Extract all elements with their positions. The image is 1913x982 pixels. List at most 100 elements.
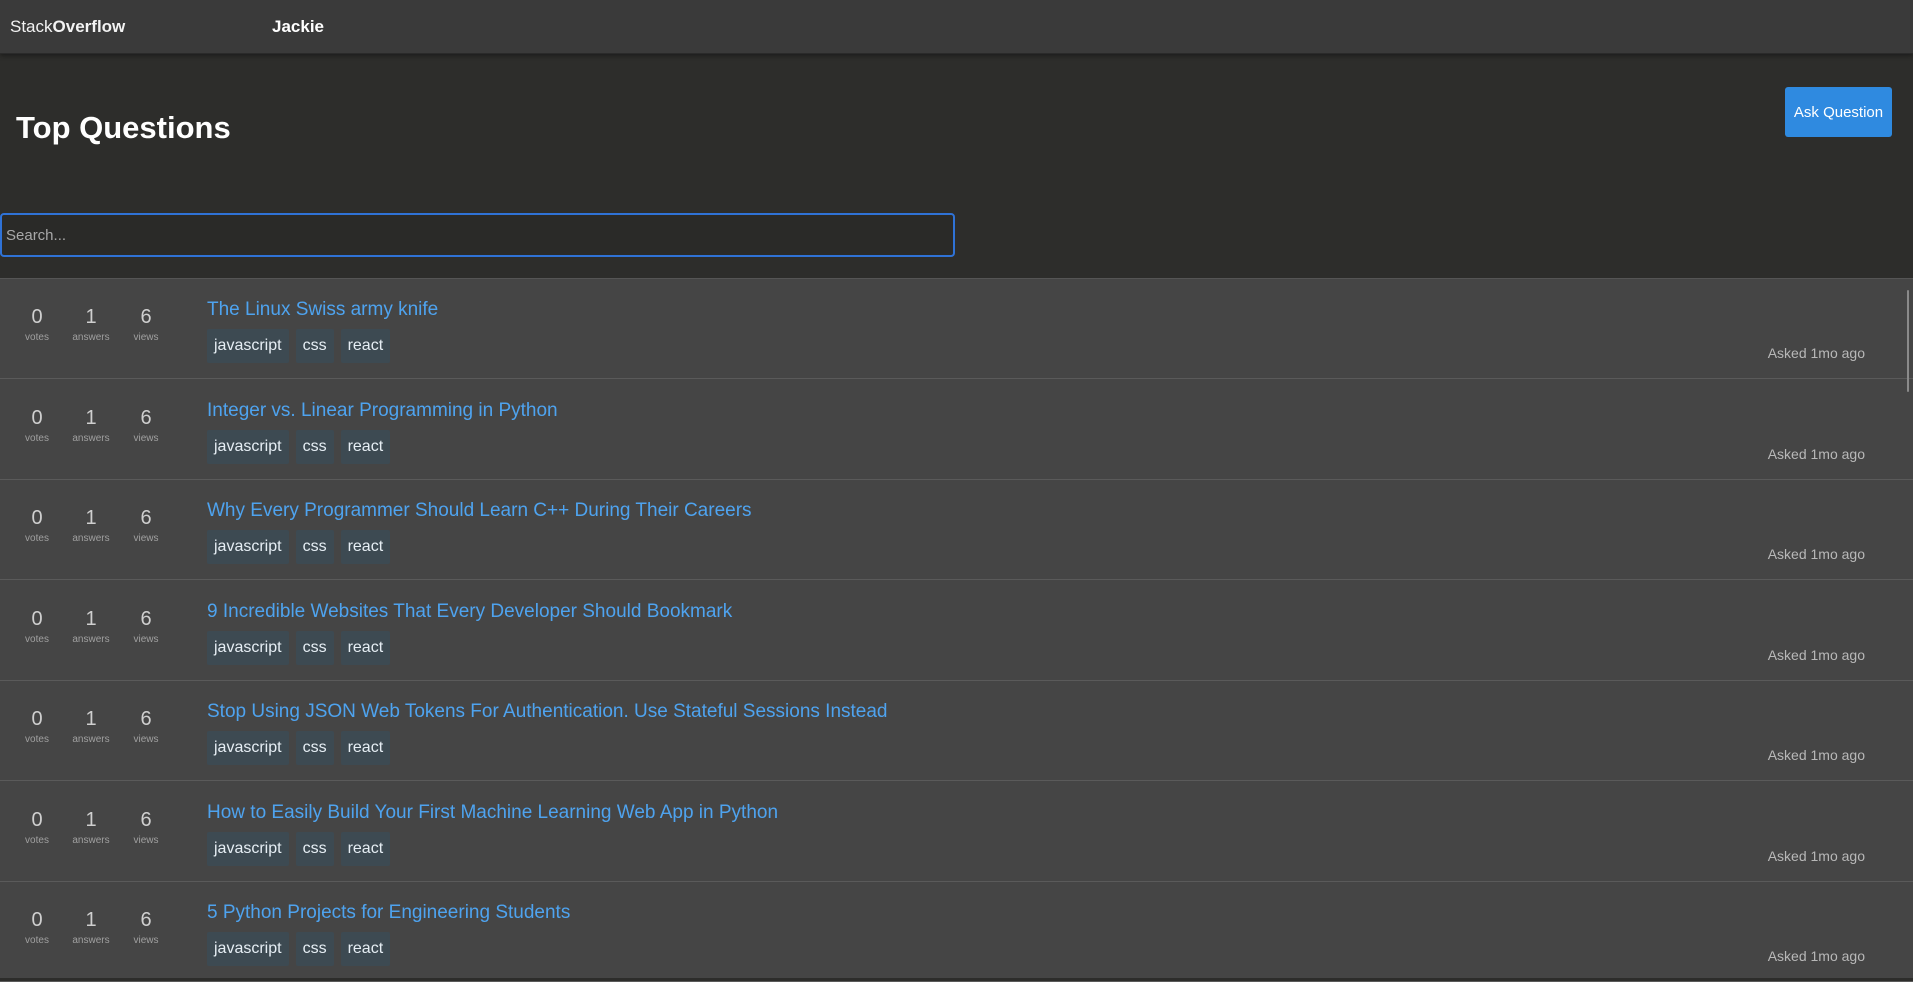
question-row: 0 votes 1 answers 6 views Integer vs. Linear P… xyxy=(0,380,1913,480)
tag-react[interactable]: react xyxy=(340,631,391,665)
votes-stat: 0 votes xyxy=(7,808,67,846)
scrollbar-thumb[interactable] xyxy=(1907,290,1909,392)
asked-time: Asked 1mo ago xyxy=(1767,848,1865,864)
tag-react[interactable]: react xyxy=(340,832,391,866)
question-title-link[interactable]: How to Easily Build Your First Machine L… xyxy=(207,802,778,824)
question-title-link[interactable]: 9 Incredible Websites That Every Develop… xyxy=(207,601,732,623)
asked-time: Asked 1mo ago xyxy=(1767,747,1865,763)
site-logo[interactable]: StackOverflow xyxy=(10,17,125,37)
user-name[interactable]: Jackie xyxy=(272,17,324,37)
votes-stat: 0 votes xyxy=(7,707,67,745)
ask-question-button[interactable]: Ask Question xyxy=(1785,87,1892,137)
votes-label: votes xyxy=(25,734,49,745)
question-title-link[interactable]: 5 Python Projects for Engineering Studen… xyxy=(207,902,570,924)
answers-stat: 1 answers xyxy=(61,406,121,444)
question-title-link[interactable]: Stop Using JSON Web Tokens For Authentic… xyxy=(207,701,888,723)
search-input[interactable] xyxy=(0,213,955,257)
votes-count: 0 xyxy=(31,407,43,429)
answers-label: answers xyxy=(72,332,110,343)
tag-javascript[interactable]: javascript xyxy=(207,932,289,966)
tag-javascript[interactable]: javascript xyxy=(207,430,289,464)
views-stat: 6 views xyxy=(116,808,176,846)
answers-count: 1 xyxy=(85,608,97,630)
tag-list: javascript css react xyxy=(207,430,391,464)
votes-label: votes xyxy=(25,935,49,946)
question-row: 0 votes 1 answers 6 views The Linux Swiss army… xyxy=(0,279,1913,379)
answers-count: 1 xyxy=(85,306,97,328)
question-title-link[interactable]: The Linux Swiss army knife xyxy=(207,299,438,321)
votes-stat: 0 votes xyxy=(7,506,67,544)
votes-label: votes xyxy=(25,332,49,343)
votes-stat: 0 votes xyxy=(7,406,67,444)
votes-stat: 0 votes xyxy=(7,305,67,343)
tag-javascript[interactable]: javascript xyxy=(207,530,289,564)
asked-time: Asked 1mo ago xyxy=(1767,647,1865,663)
question-row: 0 votes 1 answers 6 views Why Every Programmer… xyxy=(0,480,1913,580)
asked-time: Asked 1mo ago xyxy=(1767,446,1865,462)
question-row: 0 votes 1 answers 6 views Stop Using JSON Web … xyxy=(0,681,1913,781)
answers-label: answers xyxy=(72,634,110,645)
logo-suffix: Overflow xyxy=(52,17,126,36)
tag-css[interactable]: css xyxy=(295,631,334,665)
answers-stat: 1 answers xyxy=(61,908,121,946)
answers-label: answers xyxy=(72,734,110,745)
views-stat: 6 views xyxy=(116,607,176,645)
tag-css[interactable]: css xyxy=(295,329,334,363)
asked-time: Asked 1mo ago xyxy=(1767,546,1865,562)
tag-javascript[interactable]: javascript xyxy=(207,329,289,363)
logo-prefix: Stack xyxy=(10,17,53,36)
views-label: views xyxy=(133,533,159,544)
tag-react[interactable]: react xyxy=(340,430,391,464)
votes-stat: 0 votes xyxy=(7,908,67,946)
votes-count: 0 xyxy=(31,507,43,529)
votes-label: votes xyxy=(25,835,49,846)
views-count: 6 xyxy=(140,407,152,429)
question-title-link[interactable]: Integer vs. Linear Programming in Python xyxy=(207,400,558,422)
tag-list: javascript css react xyxy=(207,631,391,665)
answers-count: 1 xyxy=(85,708,97,730)
tag-javascript[interactable]: javascript xyxy=(207,731,289,765)
votes-count: 0 xyxy=(31,909,43,931)
votes-label: votes xyxy=(25,533,49,544)
views-stat: 6 views xyxy=(116,908,176,946)
views-label: views xyxy=(133,634,159,645)
answers-count: 1 xyxy=(85,909,97,931)
tag-react[interactable]: react xyxy=(340,731,391,765)
votes-count: 0 xyxy=(31,306,43,328)
tag-css[interactable]: css xyxy=(295,932,334,966)
answers-label: answers xyxy=(72,533,110,544)
views-label: views xyxy=(133,734,159,745)
tag-react[interactable]: react xyxy=(340,530,391,564)
tag-css[interactable]: css xyxy=(295,731,334,765)
answers-stat: 1 answers xyxy=(61,607,121,645)
views-count: 6 xyxy=(140,708,152,730)
answers-stat: 1 answers xyxy=(61,707,121,745)
views-label: views xyxy=(133,835,159,846)
views-count: 6 xyxy=(140,909,152,931)
tag-css[interactable]: css xyxy=(295,530,334,564)
answers-stat: 1 answers xyxy=(61,808,121,846)
views-label: views xyxy=(133,935,159,946)
asked-time: Asked 1mo ago xyxy=(1767,948,1865,964)
votes-label: votes xyxy=(25,433,49,444)
page-title: Top Questions xyxy=(16,110,231,145)
question-row: 0 votes 1 answers 6 views 9 Incredible Website… xyxy=(0,581,1913,681)
question-row: 0 votes 1 answers 6 views 5 Python Projects fo… xyxy=(0,882,1913,982)
tag-list: javascript css react xyxy=(207,329,391,363)
tag-css[interactable]: css xyxy=(295,430,334,464)
views-label: views xyxy=(133,332,159,343)
tag-list: javascript css react xyxy=(207,530,391,564)
tag-react[interactable]: react xyxy=(340,329,391,363)
tag-react[interactable]: react xyxy=(340,932,391,966)
question-title-link[interactable]: Why Every Programmer Should Learn C++ Du… xyxy=(207,500,752,522)
votes-label: votes xyxy=(25,634,49,645)
views-stat: 6 views xyxy=(116,707,176,745)
tag-javascript[interactable]: javascript xyxy=(207,832,289,866)
tag-css[interactable]: css xyxy=(295,832,334,866)
answers-count: 1 xyxy=(85,809,97,831)
answers-count: 1 xyxy=(85,407,97,429)
views-count: 6 xyxy=(140,608,152,630)
views-label: views xyxy=(133,433,159,444)
tag-javascript[interactable]: javascript xyxy=(207,631,289,665)
asked-time: Asked 1mo ago xyxy=(1767,345,1865,361)
